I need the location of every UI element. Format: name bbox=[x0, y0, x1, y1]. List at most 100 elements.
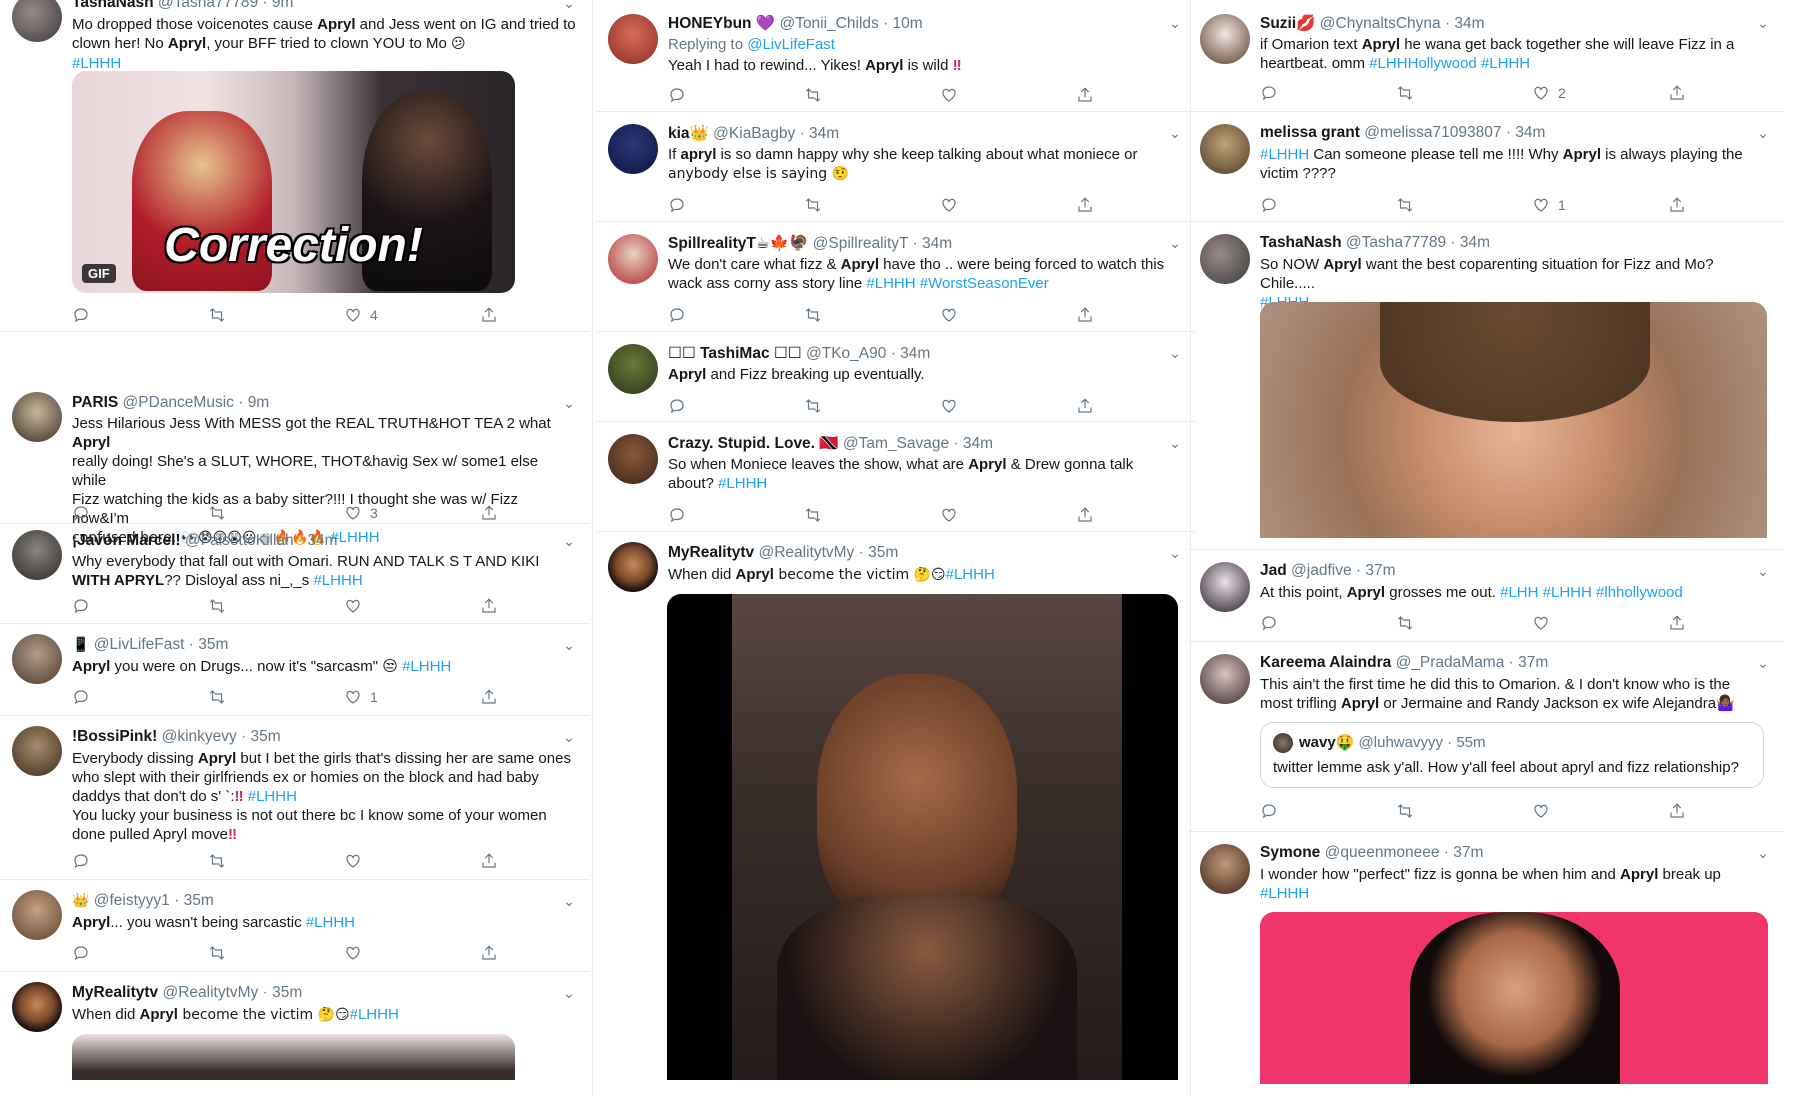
display-name[interactable]: HONEYbun 💜 bbox=[668, 15, 775, 32]
hashtag-link[interactable]: #LHHH bbox=[402, 658, 451, 675]
handle[interactable]: @Tasha77789 bbox=[1346, 234, 1446, 251]
chevron-down-icon[interactable]: ⌄ bbox=[560, 394, 578, 412]
handle[interactable]: @TKo_A90 bbox=[806, 345, 886, 362]
reply-button[interactable] bbox=[72, 304, 90, 326]
avatar[interactable] bbox=[12, 726, 62, 776]
hashtag-link[interactable]: #LHHH bbox=[248, 788, 297, 805]
display-name[interactable]: 📱 bbox=[72, 637, 89, 653]
reply-button[interactable] bbox=[72, 850, 90, 872]
avatar[interactable] bbox=[1200, 654, 1250, 704]
tweet[interactable]: HONEYbun 💜 @Tonii_Childs · 10m ⌄ Replyin… bbox=[596, 0, 1196, 112]
hashtag-link[interactable]: #LHHH bbox=[306, 914, 355, 931]
like-button[interactable] bbox=[940, 84, 958, 106]
timestamp[interactable]: 35m bbox=[272, 984, 302, 1001]
share-button[interactable] bbox=[1076, 84, 1094, 106]
reply-button[interactable] bbox=[72, 595, 90, 617]
avatar[interactable] bbox=[608, 344, 658, 394]
reply-mention-link[interactable]: @LivLifeFast bbox=[747, 36, 835, 53]
handle[interactable]: @RealitytvMy bbox=[162, 984, 258, 1001]
reply-button[interactable] bbox=[668, 504, 686, 526]
retweet-button[interactable] bbox=[804, 84, 822, 106]
tweet[interactable]: ¡Javón Marcel! @FalsettoKillah · 34m ⌄ W… bbox=[0, 524, 590, 624]
avatar[interactable] bbox=[1200, 14, 1250, 64]
gif-media[interactable]: Correction! GIF bbox=[72, 71, 515, 293]
avatar[interactable] bbox=[1200, 844, 1250, 894]
hashtag-link[interactable]: #LHHH bbox=[313, 572, 362, 589]
chevron-down-icon[interactable]: ⌄ bbox=[560, 984, 578, 1002]
timestamp[interactable]: 37m bbox=[1453, 844, 1483, 861]
retweet-button[interactable] bbox=[1396, 800, 1414, 822]
retweet-button[interactable] bbox=[208, 595, 226, 617]
share-button[interactable] bbox=[480, 686, 498, 708]
retweet-button[interactable] bbox=[1396, 612, 1414, 634]
share-button[interactable] bbox=[480, 502, 498, 524]
chevron-down-icon[interactable]: ⌄ bbox=[1166, 124, 1184, 142]
tweet[interactable]: SpillrealityT☕🍁🦃 @SpillrealityT · 34m ⌄ … bbox=[596, 222, 1196, 332]
display-name[interactable]: TashaNash bbox=[1260, 234, 1342, 251]
reply-button[interactable] bbox=[72, 686, 90, 708]
avatar[interactable] bbox=[1200, 562, 1250, 612]
display-name[interactable]: Crazy. Stupid. Love. 🇹🇹 bbox=[668, 435, 839, 452]
share-button[interactable] bbox=[1668, 800, 1686, 822]
share-button[interactable] bbox=[1076, 395, 1094, 417]
like-button[interactable] bbox=[344, 942, 362, 964]
hashtag-link[interactable]: #LHHH bbox=[1260, 146, 1309, 163]
display-name[interactable]: MyRealitytv bbox=[72, 984, 158, 1001]
retweet-button[interactable] bbox=[1396, 194, 1414, 216]
share-button[interactable] bbox=[1076, 194, 1094, 216]
handle[interactable]: @queenmoneee bbox=[1325, 844, 1440, 861]
handle[interactable]: @RealitytvMy bbox=[758, 544, 854, 561]
retweet-button[interactable] bbox=[208, 942, 226, 964]
chevron-down-icon[interactable]: ⌄ bbox=[1754, 14, 1772, 32]
chevron-down-icon[interactable]: ⌄ bbox=[1166, 344, 1184, 362]
handle[interactable]: @_PradaMama bbox=[1396, 654, 1505, 671]
reply-button[interactable] bbox=[1260, 800, 1278, 822]
handle[interactable]: @SpillrealityT bbox=[813, 235, 909, 252]
tweet[interactable]: melissa grant @melissa71093807 · 34m ⌄ #… bbox=[1188, 112, 1784, 222]
timestamp[interactable]: 10m bbox=[893, 15, 923, 32]
like-button[interactable]: 2 bbox=[1532, 82, 1566, 104]
tweet[interactable]: Suzii💋 @ChynaltsChyna · 34m ⌄ if Omarion… bbox=[1188, 0, 1784, 112]
handle[interactable]: @ChynaltsChyna bbox=[1320, 15, 1441, 32]
like-button[interactable]: 1 bbox=[344, 686, 378, 708]
timestamp[interactable]: 34m bbox=[1515, 124, 1545, 141]
chevron-down-icon[interactable]: ⌄ bbox=[1754, 654, 1772, 672]
timestamp[interactable]: 35m bbox=[184, 892, 214, 909]
reply-button[interactable] bbox=[668, 304, 686, 326]
display-name[interactable]: ¡Javón Marcel! bbox=[72, 532, 181, 549]
handle[interactable]: @jadfive bbox=[1291, 562, 1352, 579]
retweet-button[interactable] bbox=[804, 395, 822, 417]
chevron-down-icon[interactable]: ⌄ bbox=[1754, 562, 1772, 580]
chevron-down-icon[interactable]: ⌄ bbox=[560, 636, 578, 654]
hashtag-link[interactable]: #LHHH bbox=[946, 566, 995, 583]
handle[interactable]: @kinkyevy bbox=[162, 728, 237, 745]
hashtag-link[interactable]: #LHHH bbox=[1543, 584, 1592, 601]
like-button[interactable] bbox=[940, 304, 958, 326]
gif-media[interactable] bbox=[1260, 912, 1768, 1084]
reply-button[interactable] bbox=[668, 395, 686, 417]
retweet-button[interactable] bbox=[208, 850, 226, 872]
timestamp[interactable]: 34m bbox=[307, 532, 337, 549]
timestamp[interactable]: 9m bbox=[272, 0, 294, 11]
chevron-down-icon[interactable]: ⌄ bbox=[1166, 434, 1184, 452]
like-button[interactable]: 3 bbox=[344, 502, 378, 524]
chevron-down-icon[interactable]: ⌄ bbox=[560, 892, 578, 910]
reply-button[interactable] bbox=[72, 942, 90, 964]
share-button[interactable] bbox=[480, 850, 498, 872]
handle[interactable]: @PDanceMusic bbox=[123, 394, 234, 411]
tweet[interactable]: MyRealitytv @RealitytvMy · 35m ⌄ When di… bbox=[596, 532, 1196, 1096]
chevron-down-icon[interactable]: ⌄ bbox=[1166, 234, 1184, 252]
share-button[interactable] bbox=[480, 942, 498, 964]
share-button[interactable] bbox=[480, 304, 498, 326]
handle[interactable]: @feistyyy1 bbox=[94, 892, 170, 909]
like-button[interactable] bbox=[344, 595, 362, 617]
hashtag-link[interactable]: #LHHH bbox=[72, 55, 121, 72]
reply-button[interactable] bbox=[1260, 194, 1278, 216]
tweet[interactable]: TashaNash @Tasha77789 · 34m So NOW Apryl… bbox=[1188, 222, 1784, 550]
display-name[interactable]: ☐☐ TashiMac ☐☐ bbox=[668, 345, 802, 362]
media-video[interactable] bbox=[667, 594, 1178, 1080]
like-button[interactable] bbox=[940, 395, 958, 417]
avatar[interactable] bbox=[12, 890, 62, 940]
hashtag-link[interactable]: #LHHHollywood bbox=[1369, 55, 1477, 72]
timestamp[interactable]: 34m bbox=[900, 345, 930, 362]
